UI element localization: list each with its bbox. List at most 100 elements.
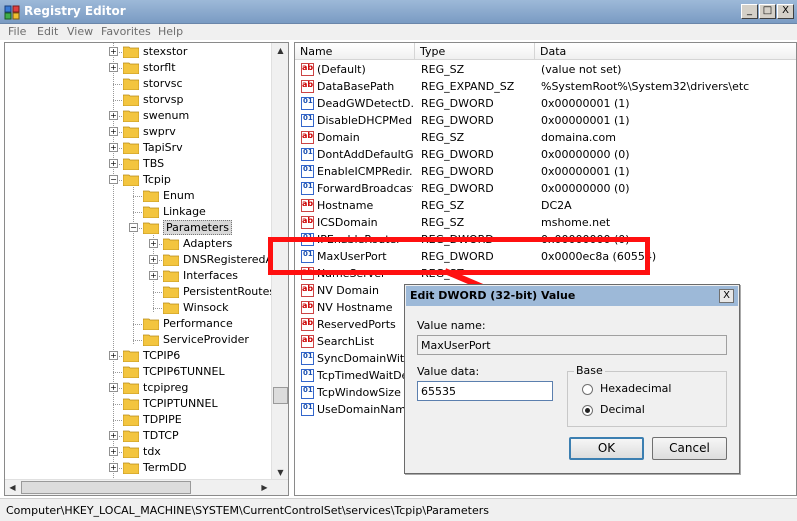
value-row[interactable]: Domain REG_SZ domaina.com: [295, 129, 796, 146]
tree-item[interactable]: Performance: [5, 316, 275, 332]
tree-item-label[interactable]: TCPIP6: [143, 349, 180, 362]
tree-item[interactable]: + tdx: [5, 444, 275, 460]
scroll-left-icon[interactable]: ◀: [6, 481, 19, 494]
tree-item-label[interactable]: TCPIPTUNNEL: [143, 397, 218, 410]
expand-icon[interactable]: +: [109, 111, 118, 120]
tree-item[interactable]: Winsock: [5, 300, 275, 316]
value-row[interactable]: ICSDomain REG_SZ mshome.net: [295, 214, 796, 231]
tree-item[interactable]: TCPIPTUNNEL: [5, 396, 275, 412]
expand-icon[interactable]: +: [109, 159, 118, 168]
tree-item[interactable]: − Parameters: [5, 220, 275, 236]
expand-icon[interactable]: +: [149, 255, 158, 264]
tree-item-label[interactable]: Linkage: [163, 205, 206, 218]
tree-item-label[interactable]: TDTCP: [143, 429, 179, 442]
tree-item-label[interactable]: ServiceProvider: [163, 333, 249, 346]
menu-view[interactable]: View: [67, 25, 93, 38]
tree-item-label[interactable]: tcpipreg: [143, 381, 188, 394]
value-row[interactable]: Hostname REG_SZ DC2A: [295, 197, 796, 214]
expand-icon[interactable]: +: [109, 463, 118, 472]
expand-icon[interactable]: +: [109, 351, 118, 360]
value-row[interactable]: ForwardBroadcasts REG_DWORD 0x00000000 (0): [295, 180, 796, 197]
expand-icon[interactable]: +: [149, 239, 158, 248]
tree-item[interactable]: Linkage: [5, 204, 275, 220]
tree-item[interactable]: ServiceProvider: [5, 332, 275, 348]
tree-item[interactable]: + Interfaces: [5, 268, 275, 284]
tree-item-label[interactable]: DNSRegisteredAd: [183, 253, 280, 266]
tree-item-label[interactable]: TCPIP6TUNNEL: [143, 365, 225, 378]
expand-icon[interactable]: +: [109, 383, 118, 392]
value-row[interactable]: DataBasePath REG_EXPAND_SZ %SystemRoot%\Sy…: [295, 78, 796, 95]
tree-item[interactable]: + stexstor: [5, 44, 275, 60]
maximize-button[interactable]: □: [759, 4, 776, 19]
tree-item-label[interactable]: Interfaces: [183, 269, 238, 282]
column-header-name[interactable]: Name: [295, 43, 415, 60]
tree-item[interactable]: + TBS: [5, 156, 275, 172]
tree-scroll-thumb[interactable]: [273, 387, 288, 404]
menu-file[interactable]: File: [8, 25, 26, 38]
expand-icon[interactable]: +: [109, 431, 118, 440]
tree-item[interactable]: + TapiSrv: [5, 140, 275, 156]
tree-item-label[interactable]: TDPIPE: [143, 413, 182, 426]
tree-item[interactable]: + TCPIP6: [5, 348, 275, 364]
close-window-button[interactable]: X: [777, 4, 794, 19]
value-data-input[interactable]: 65535: [417, 381, 553, 401]
scroll-down-icon[interactable]: ▼: [274, 466, 287, 479]
tree-item[interactable]: storvsp: [5, 92, 275, 108]
tree-item[interactable]: PersistentRoutes: [5, 284, 275, 300]
tree-item-label[interactable]: Enum: [163, 189, 195, 202]
tree-item-label[interactable]: Performance: [163, 317, 233, 330]
tree-item-label[interactable]: TermDD: [143, 461, 187, 474]
hexadecimal-label[interactable]: Hexadecimal: [600, 382, 671, 395]
tree-item[interactable]: + storflt: [5, 60, 275, 76]
tree-hscroll-thumb[interactable]: [21, 481, 191, 494]
tree-item[interactable]: TCPIP6TUNNEL: [5, 364, 275, 380]
column-header-data[interactable]: Data: [535, 43, 796, 60]
tree-item-label[interactable]: storflt: [143, 61, 176, 74]
decimal-radio[interactable]: [582, 405, 593, 416]
tree-item[interactable]: − Tcpip: [5, 172, 275, 188]
tree-item-label[interactable]: swenum: [143, 109, 189, 122]
decimal-label[interactable]: Decimal: [600, 403, 645, 416]
menu-favorites[interactable]: Favorites: [101, 25, 151, 38]
hexadecimal-radio[interactable]: [582, 384, 593, 395]
expand-icon[interactable]: +: [149, 271, 158, 280]
ok-button[interactable]: OK: [569, 437, 644, 460]
tree-item-label[interactable]: swprv: [143, 125, 176, 138]
column-header-type[interactable]: Type: [415, 43, 535, 60]
tree-item-label[interactable]: storvsc: [143, 77, 183, 90]
value-row[interactable]: (Default) REG_SZ (value not set): [295, 61, 796, 78]
tree-item[interactable]: + TermDD: [5, 460, 275, 476]
tree-item[interactable]: TDPIPE: [5, 412, 275, 428]
tree-item[interactable]: + swenum: [5, 108, 275, 124]
tree-item-label[interactable]: storvsp: [143, 93, 184, 106]
menu-help[interactable]: Help: [158, 25, 183, 38]
scroll-right-icon[interactable]: ▶: [258, 481, 271, 494]
tree-item[interactable]: + Adapters: [5, 236, 275, 252]
tree-item[interactable]: Enum: [5, 188, 275, 204]
cancel-button[interactable]: Cancel: [652, 437, 727, 460]
scroll-up-icon[interactable]: ▲: [274, 44, 287, 57]
tree-item-label-selected[interactable]: Parameters: [163, 220, 232, 235]
collapse-icon[interactable]: −: [109, 175, 118, 184]
value-row[interactable]: DeadGWDetectD... REG_DWORD 0x00000001 (1): [295, 95, 796, 112]
expand-icon[interactable]: +: [109, 63, 118, 72]
tree-item-label[interactable]: Winsock: [183, 301, 229, 314]
tree-item[interactable]: + DNSRegisteredAd: [5, 252, 280, 268]
tree-item[interactable]: + swprv: [5, 124, 275, 140]
tree-item-label[interactable]: TapiSrv: [143, 141, 183, 154]
tree-item[interactable]: storvsc: [5, 76, 275, 92]
collapse-icon[interactable]: −: [129, 223, 138, 232]
value-row[interactable]: DisableDHCPMedi... REG_DWORD 0x00000001 (1…: [295, 112, 796, 129]
value-row[interactable]: EnableICMPRedir... REG_DWORD 0x00000001 (1…: [295, 163, 796, 180]
expand-icon[interactable]: +: [109, 47, 118, 56]
tree-item-label[interactable]: TBS: [143, 157, 164, 170]
expand-icon[interactable]: +: [109, 447, 118, 456]
expand-icon[interactable]: +: [109, 127, 118, 136]
tree-horizontal-scrollbar[interactable]: ◀ ▶: [5, 479, 288, 495]
tree-item-label[interactable]: tdx: [143, 445, 161, 458]
tree-item[interactable]: + TDTCP: [5, 428, 275, 444]
tree-item-label[interactable]: PersistentRoutes: [183, 285, 275, 298]
registry-key-tree[interactable]: + stexstor + storflt storvsc storvsp + swenum + s…: [4, 42, 289, 496]
expand-icon[interactable]: +: [109, 143, 118, 152]
dialog-close-button[interactable]: X: [719, 289, 734, 303]
